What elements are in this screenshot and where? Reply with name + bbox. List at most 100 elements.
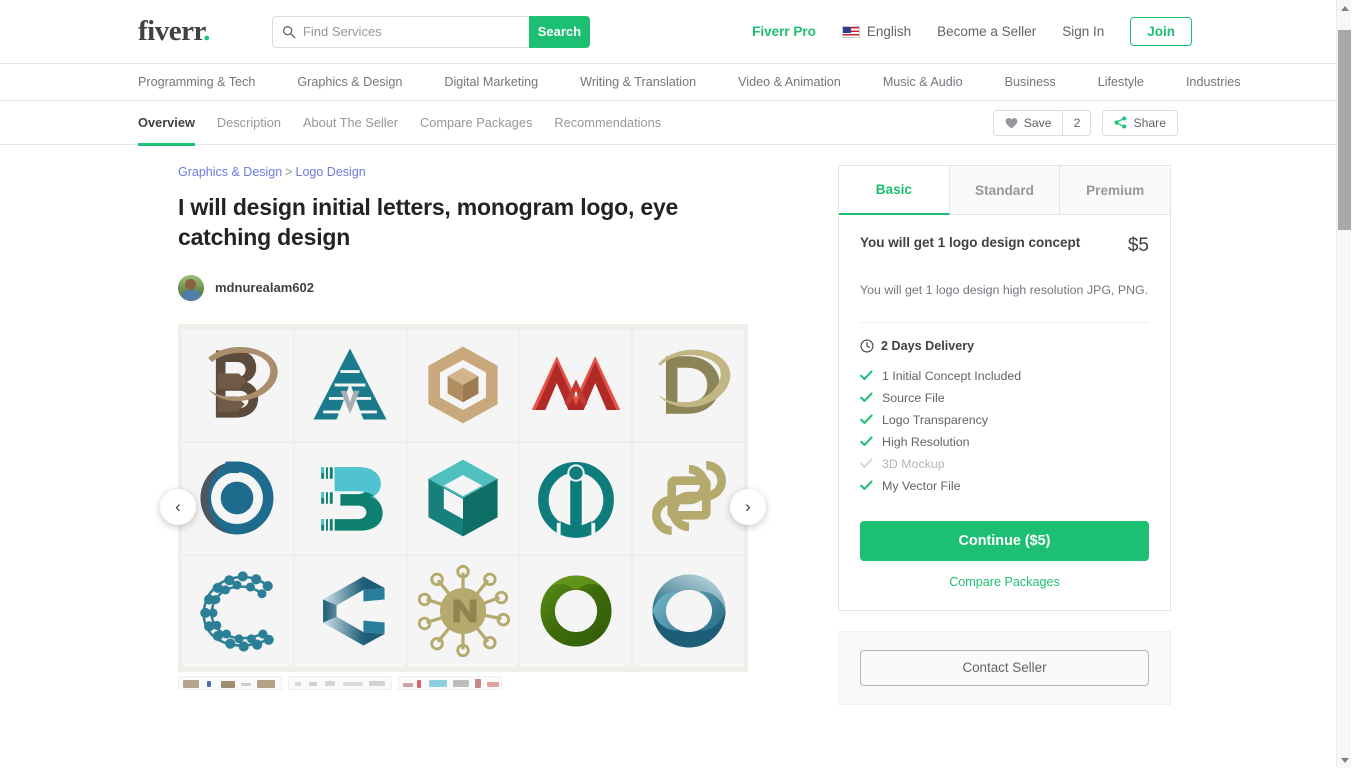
feature-item: High Resolution: [860, 435, 1149, 449]
logo-o-ring-green: [520, 555, 632, 667]
save-button[interactable]: Save: [992, 109, 1063, 136]
logo-b-stripes: [294, 442, 406, 554]
feature-label: Source File: [882, 390, 945, 405]
feature-label: My Vector File: [882, 478, 961, 493]
save-group: Save 2: [992, 109, 1092, 136]
package-features: 1 Initial Concept Included Source File L…: [860, 369, 1149, 493]
package-price: $5: [1127, 235, 1149, 256]
category-music-audio[interactable]: Music & Audio: [883, 75, 963, 89]
breadcrumb: Graphics & Design > Logo Design: [178, 165, 748, 179]
search-bar: Search: [271, 15, 590, 48]
save-count[interactable]: 2: [1062, 109, 1092, 136]
check-icon-disabled: [860, 458, 873, 469]
continue-button[interactable]: Continue ($5): [860, 520, 1149, 561]
package-tabs: Basic Standard Premium: [839, 166, 1171, 215]
logo-c-hexagon-3d: [294, 555, 406, 667]
tab-recommendations[interactable]: Recommendations: [554, 101, 661, 145]
delivery-time: 2 Days Delivery: [881, 338, 975, 353]
sign-in-link[interactable]: Sign In: [1049, 24, 1117, 39]
category-industries[interactable]: Industries: [1186, 75, 1241, 89]
become-a-seller-link[interactable]: Become a Seller: [924, 24, 1049, 39]
package-body: You will get 1 logo design concept $5 Yo…: [839, 215, 1170, 610]
gallery-prev-button[interactable]: ‹: [160, 488, 196, 525]
save-label: Save: [1023, 115, 1052, 130]
tab-overview[interactable]: Overview: [138, 101, 195, 146]
package-card: Basic Standard Premium You will get 1 lo…: [838, 165, 1171, 611]
scrollbar-thumb[interactable]: [1338, 30, 1351, 230]
search-icon: [282, 25, 296, 38]
search-field-wrap[interactable]: [271, 15, 529, 48]
gallery-slide[interactable]: [178, 323, 748, 672]
logo-text: fiverr: [138, 15, 204, 47]
feature-item: My Vector File: [860, 479, 1149, 493]
avatar[interactable]: [178, 274, 204, 301]
logo-o-i-teal: [520, 442, 632, 554]
package-description: You will get 1 logo design high resoluti…: [860, 283, 1149, 297]
feature-label: 3D Mockup: [882, 456, 945, 471]
tab-description[interactable]: Description: [217, 101, 281, 145]
logo-c-molecule: [182, 555, 293, 667]
search-input[interactable]: [295, 23, 529, 40]
heart-icon: [1005, 117, 1018, 128]
chevron-right-icon: ›: [745, 497, 751, 517]
breadcrumb-child[interactable]: Logo Design: [296, 165, 366, 179]
logo-o-twist-blue: [633, 555, 744, 667]
fiverr-logo[interactable]: fiverr.: [138, 17, 210, 46]
package-name: You will get 1 logo design concept: [860, 235, 1081, 250]
share-button[interactable]: Share: [1102, 109, 1178, 136]
scroll-down-arrow[interactable]: [1337, 752, 1351, 768]
seller-row[interactable]: mdnurealam602: [178, 274, 748, 301]
feature-item: Source File: [860, 391, 1149, 405]
logo-hex-cube-tan: [407, 329, 519, 441]
feature-label: Logo Transparency: [882, 412, 989, 427]
seller-name[interactable]: mdnurealam602: [215, 280, 314, 295]
category-video-animation[interactable]: Video & Animation: [738, 75, 841, 89]
category-writing-translation[interactable]: Writing & Translation: [580, 75, 696, 89]
package-tab-premium[interactable]: Premium: [1060, 166, 1171, 215]
page-title: I will design initial letters, monogram …: [178, 194, 679, 251]
package-tab-standard[interactable]: Standard: [949, 166, 1061, 215]
gig-tab-bar: Overview Description About The Seller Co…: [0, 101, 1351, 146]
page-root: fiverr. Search Fiverr Pro English Become…: [0, 0, 1351, 768]
category-graphics-design[interactable]: Graphics & Design: [297, 75, 402, 89]
site-header: fiverr. Search Fiverr Pro English Become…: [0, 0, 1351, 64]
category-lifestyle[interactable]: Lifestyle: [1098, 75, 1144, 89]
gallery-thumbnail-1[interactable]: [178, 675, 282, 690]
search-button[interactable]: Search: [528, 15, 590, 48]
clock-icon: [860, 339, 874, 353]
logo-grid: [178, 324, 748, 667]
contact-seller-button[interactable]: Contact Seller: [860, 649, 1149, 686]
scroll-up-arrow[interactable]: [1337, 0, 1351, 16]
language-selector[interactable]: English: [829, 24, 924, 39]
logo-a-triangle: [294, 329, 406, 441]
gallery-thumbnail-3[interactable]: [398, 675, 502, 690]
us-flag-icon: [841, 25, 860, 38]
logo-p-circle-blue: [182, 442, 293, 554]
gallery-thumbnail-2[interactable]: [288, 675, 392, 690]
category-digital-marketing[interactable]: Digital Marketing: [444, 75, 538, 89]
category-business[interactable]: Business: [1005, 75, 1056, 89]
check-icon: [860, 436, 873, 447]
breadcrumb-parent[interactable]: Graphics & Design: [178, 165, 282, 179]
logo-b-swoosh: [182, 329, 293, 441]
check-icon: [860, 392, 873, 403]
fiverr-pro-link[interactable]: Fiverr Pro: [739, 24, 829, 39]
join-button[interactable]: Join: [1130, 17, 1192, 46]
gallery-thumbnail-strip: [178, 675, 748, 690]
divider: [860, 321, 1149, 323]
logo-n-virus-gold: [407, 555, 519, 667]
logo-knot-gold: [633, 442, 744, 554]
gig-left-column: Graphics & Design > Logo Design I will des…: [160, 165, 766, 705]
package-tab-basic[interactable]: Basic: [839, 166, 950, 215]
tab-about-the-seller[interactable]: About The Seller: [303, 101, 398, 145]
gallery-next-button[interactable]: ›: [730, 488, 766, 525]
page-scrollbar[interactable]: [1336, 0, 1351, 768]
feature-label: 1 Initial Concept Included: [882, 368, 1022, 383]
compare-packages-link[interactable]: Compare Packages: [860, 575, 1149, 589]
category-programming-tech[interactable]: Programming & Tech: [138, 75, 255, 89]
logo-dot: .: [203, 15, 210, 47]
tab-compare-packages[interactable]: Compare Packages: [420, 101, 532, 145]
contact-seller-card: Contact Seller: [838, 630, 1171, 705]
share-label: Share: [1133, 115, 1166, 130]
delivery-row: 2 Days Delivery: [860, 339, 1149, 353]
